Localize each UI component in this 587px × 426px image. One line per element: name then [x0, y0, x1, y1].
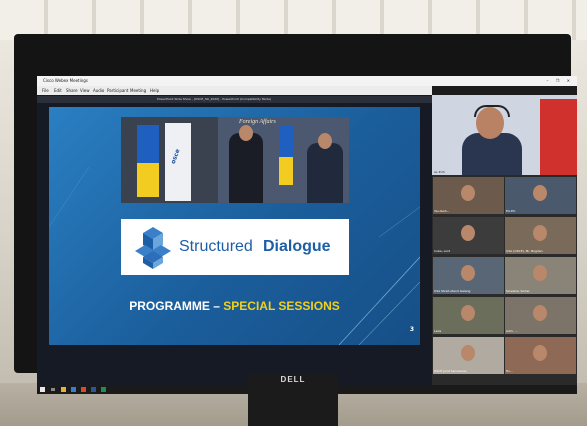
monitor-brand-logo: DELL — [280, 375, 306, 384]
participant-label: Adm. ... — [506, 329, 518, 333]
participant-face — [461, 305, 475, 321]
person-left-suit — [229, 133, 263, 203]
participant-label: Hu... — [506, 369, 514, 373]
participant-label: OSCE Joint Senuleries — [434, 369, 467, 373]
participant-face — [533, 345, 547, 361]
logo-text-dialogue: Dialogue — [263, 238, 331, 255]
slide-page-number: 3 — [409, 326, 414, 333]
powerpoint-icon[interactable] — [81, 387, 86, 392]
participant-tile[interactable]: OSCE Joint Senuleries — [433, 337, 504, 374]
menu-item-edit[interactable]: Edit — [54, 88, 62, 93]
participant-label: USA (OSCE), Mr. Bogdan — [506, 249, 543, 253]
participant-face — [461, 185, 475, 201]
person-right-suit — [307, 143, 343, 203]
turkey-flag — [540, 99, 577, 175]
browser-icon[interactable] — [71, 387, 76, 392]
active-speaker-video: AL-EUS — [432, 95, 577, 175]
participant-tile[interactable]: EU-EU — [505, 177, 576, 214]
flag-osce: osce — [165, 123, 191, 201]
presentation-area: PowerPoint Slide Show - [OSCE_SD_2020] -… — [37, 95, 432, 394]
windows-start-icon[interactable] — [40, 387, 45, 392]
person-right-face — [318, 133, 332, 149]
menu-item-share[interactable]: Share — [66, 88, 78, 93]
video-panel: AL-EUS Yes-Yeah... EU-EU Cuba, Lord USA … — [432, 95, 577, 385]
participant-tile[interactable]: USA (OSCE), Mr. Bogdan — [505, 217, 576, 254]
participant-tile[interactable]: Yes-Yeah... — [433, 177, 504, 214]
participant-tile[interactable]: USA Strait-stand Galang — [433, 257, 504, 294]
cube-logo-icon — [135, 227, 171, 269]
participant-face — [461, 265, 475, 281]
participant-face — [533, 185, 547, 201]
window-title: Cisco Webex Meetings — [43, 78, 88, 83]
participant-face — [461, 225, 475, 241]
window-controls[interactable]: – ❐ ✕ — [547, 78, 573, 83]
logo-text-structured: Structured — [179, 238, 253, 255]
participant-face — [533, 305, 547, 321]
osce-flag-text: osce — [169, 148, 182, 165]
slide-photo: osce Foreign Affairs — [121, 117, 349, 203]
footer-special-sessions: SPECIAL SESSIONS — [223, 299, 340, 313]
flag-ukraine-left — [137, 125, 159, 163]
slide-footer-title: PROGRAMME – SPECIAL SESSIONS — [49, 299, 420, 313]
menu-item-view[interactable]: View — [80, 88, 90, 93]
participant-label: EU-EU — [506, 209, 516, 213]
menu-item-help[interactable]: Help — [150, 88, 159, 93]
search-icon[interactable] — [51, 388, 55, 391]
webex-title-bar: Cisco Webex Meetings – ❐ ✕ — [37, 76, 577, 86]
menu-item-meeting[interactable]: Meeting — [130, 88, 146, 93]
participant-tile[interactable]: Cuba, Lord — [433, 217, 504, 254]
file-explorer-icon[interactable] — [61, 387, 66, 392]
flag-ukraine-left-yellow — [137, 163, 159, 197]
participant-tile[interactable]: Slovakia, Sorter — [505, 257, 576, 294]
monitor-screen: Cisco Webex Meetings – ❐ ✕ File Edit Sha… — [37, 76, 577, 394]
speaker-suit — [462, 133, 522, 175]
headset-icon — [474, 105, 510, 117]
participant-face — [533, 265, 547, 281]
participant-label: Lada — [434, 329, 442, 333]
menu-item-file[interactable]: File — [42, 88, 49, 93]
participant-label: USA Strait-stand Galang — [434, 289, 471, 293]
footer-programme: PROGRAMME – — [129, 299, 224, 313]
menu-item-audio[interactable]: Audio — [93, 88, 104, 93]
slide: osce Foreign Affairs Structured Dialogue… — [49, 107, 420, 345]
presentation-title-bar: PowerPoint Slide Show - [OSCE_SD_2020] -… — [37, 96, 432, 103]
participant-face — [461, 345, 475, 361]
participant-tile[interactable]: Lada — [433, 297, 504, 334]
participant-tile[interactable]: Adm. ... — [505, 297, 576, 334]
flag-ukraine-right-yellow — [279, 157, 293, 185]
presentation-title: PowerPoint Slide Show - [OSCE_SD_2020] -… — [157, 97, 272, 101]
participant-label: Yes-Yeah... — [434, 209, 450, 213]
webex-icon[interactable] — [101, 387, 106, 392]
participant-label: Slovakia, Sorter — [506, 289, 530, 293]
person-left-face — [239, 125, 253, 141]
menu-item-participant[interactable]: Participant — [107, 88, 128, 93]
menu-bar: File Edit Share View Audio Participant M… — [37, 86, 432, 95]
participant-face — [533, 225, 547, 241]
participant-tile[interactable]: Hu... — [505, 337, 576, 374]
participant-label: Cuba, Lord — [434, 249, 451, 253]
active-speaker-label: AL-EUS — [434, 170, 445, 174]
word-icon[interactable] — [91, 387, 96, 392]
structured-dialogue-logo: Structured Dialogue — [121, 219, 349, 275]
monitor-bezel: Cisco Webex Meetings – ❐ ✕ File Edit Sha… — [14, 34, 577, 394]
